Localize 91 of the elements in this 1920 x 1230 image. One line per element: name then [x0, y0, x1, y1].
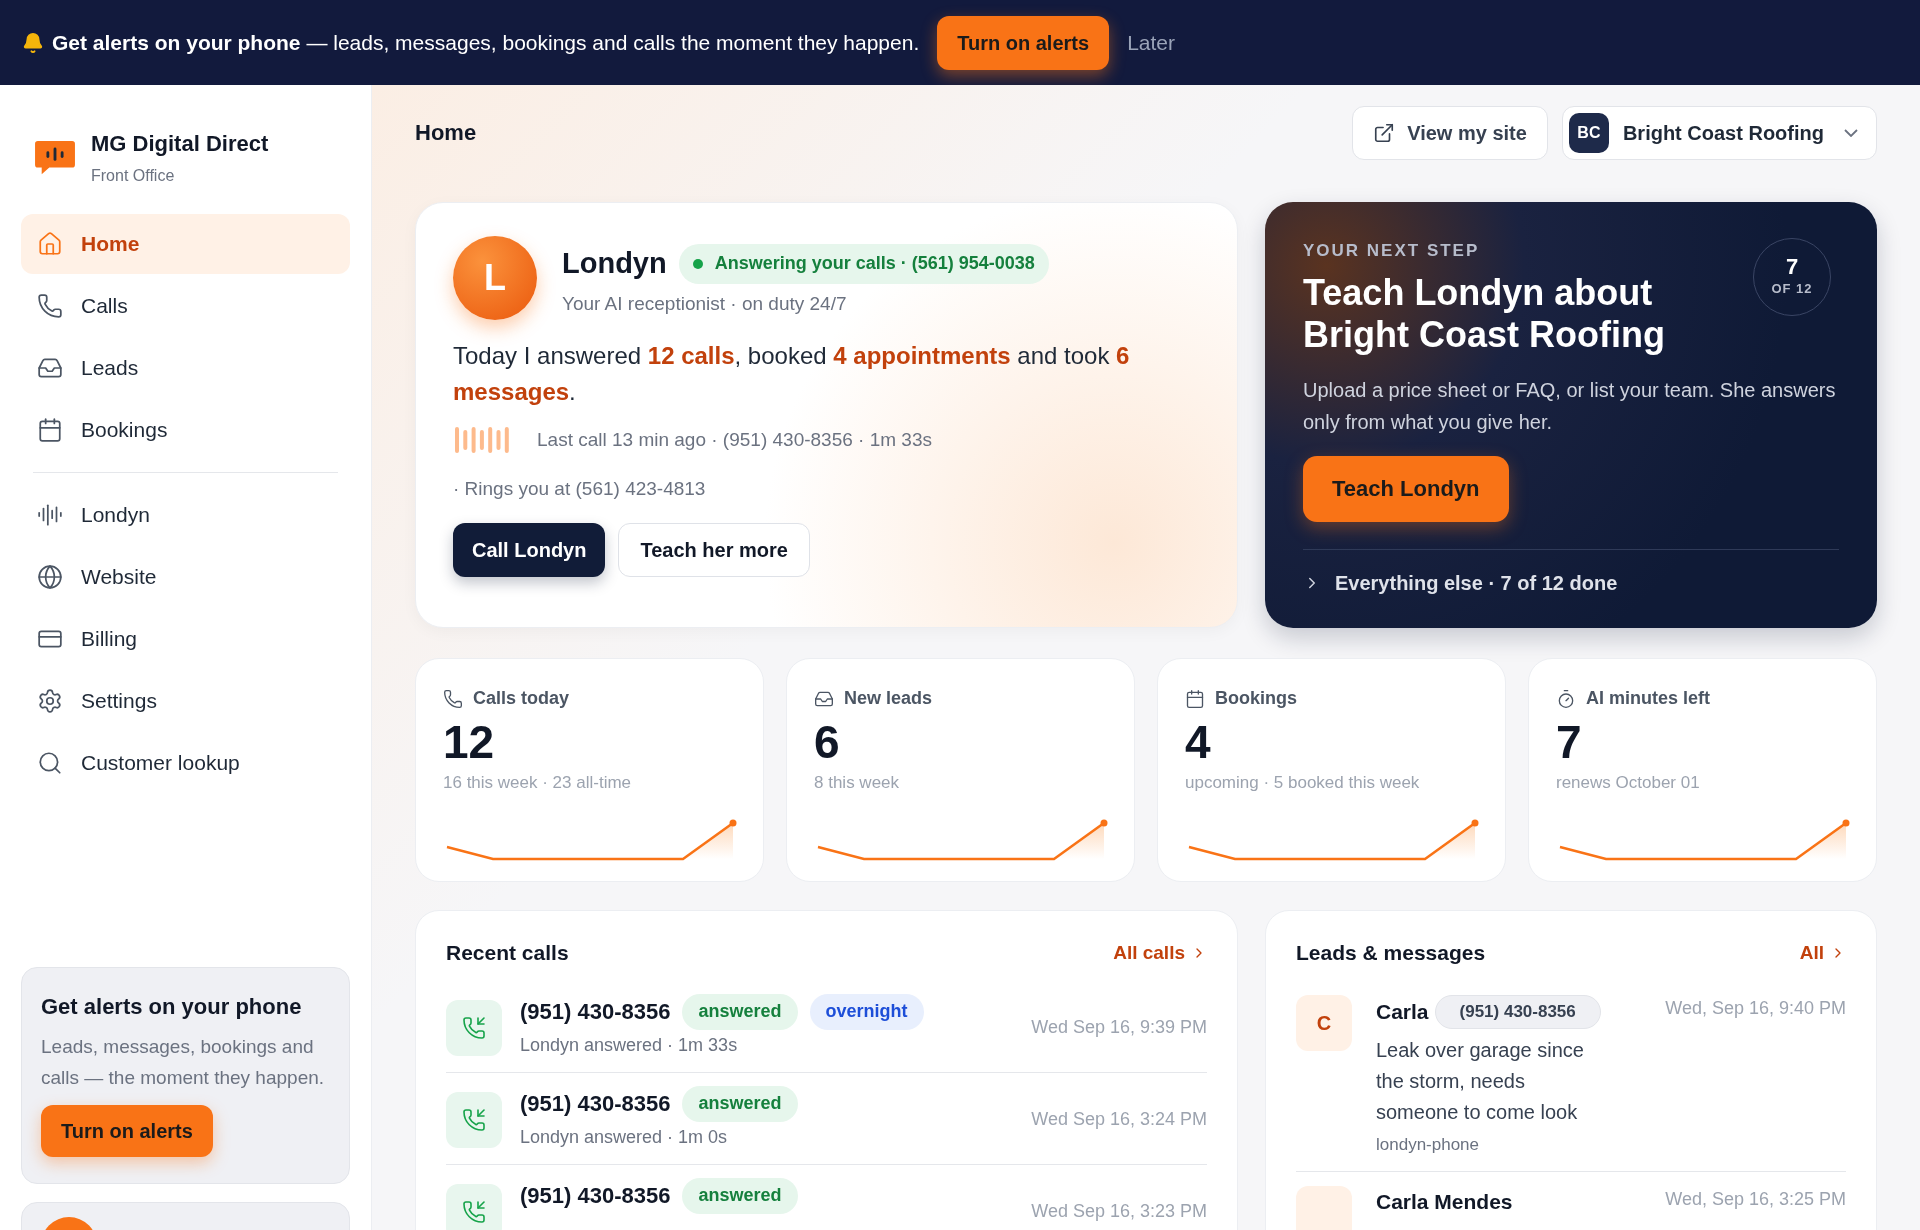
stat-detail: 16 this week · 23 all-time	[443, 772, 633, 794]
assistant-avatar: L	[453, 236, 537, 320]
search-icon	[37, 750, 63, 776]
teach-button[interactable]: Teach Londyn	[1303, 455, 1509, 522]
turn-on-alerts-button[interactable]: Turn on alerts	[41, 1105, 213, 1157]
teach-more-button[interactable]: Teach her more	[618, 523, 810, 577]
settings-icon	[37, 688, 63, 714]
lead-time: Wed, Sep 16, 3:25 PM	[1665, 1188, 1846, 1211]
next-step-title: Teach Londyn about Bright Coast Roofing	[1303, 271, 1666, 356]
stat-label: New leads	[844, 687, 933, 710]
assistant-name: Londyn	[562, 246, 667, 281]
caller-number: (951) 430-8356	[520, 1090, 671, 1118]
status-badge: answered	[682, 1177, 798, 1214]
phone-badge: (951) 430-8356	[1434, 994, 1601, 1029]
nav-item[interactable]: Website	[21, 547, 350, 607]
stat-label: Calls today	[473, 687, 570, 710]
nav-item[interactable]: Bookings	[21, 400, 350, 460]
last-call-text: Last call 13 min ago · (951) 430-8356 · 1m 33s	[537, 428, 932, 452]
nav-item[interactable]: Customer lookup	[21, 733, 350, 793]
stat-label: AI minutes left	[1586, 687, 1710, 710]
stat-value: 7	[1556, 716, 1583, 768]
phone-icon	[37, 293, 63, 319]
timer-icon	[1556, 688, 1576, 709]
inbox-icon	[37, 355, 63, 381]
nav-item[interactable]: Billing	[21, 609, 350, 669]
stat-value: 6	[814, 716, 841, 768]
lead-message: Leak over garage since the storm, needs someone to come look	[1376, 1037, 1585, 1125]
globe-icon	[37, 564, 63, 590]
account-switcher[interactable]: BC Bright Coast Roofing	[1561, 105, 1877, 160]
brand-subtitle: Front Office	[91, 166, 176, 186]
stat-value: 4	[1185, 716, 1212, 768]
call-detail: Londyn answered · 1m 33s	[520, 1033, 739, 1057]
view-site-button[interactable]: View my site	[1352, 105, 1548, 160]
stat-label: Bookings	[1215, 687, 1297, 710]
turn-on-alerts-button[interactable]: Turn on alerts	[937, 15, 1110, 70]
alerts-card-title: Get alerts on your phone	[41, 993, 303, 1021]
lead-name: Carla	[1376, 998, 1429, 1025]
lead-avatar	[1296, 1186, 1352, 1230]
nav-item[interactable]: Settings	[21, 671, 350, 731]
call-button[interactable]: Call Londyn	[453, 523, 606, 577]
chevron-down-icon	[1844, 128, 1858, 137]
everything-else-link[interactable]: Everything else · 7 of 12 done	[1335, 567, 1618, 598]
section-title: Leads & messages	[1296, 940, 1486, 966]
caller-number: (951) 430-8356	[520, 1182, 671, 1210]
waveform-icon	[37, 502, 63, 528]
external-link-icon	[1373, 121, 1396, 144]
stat-detail: upcoming · 5 booked this week	[1185, 772, 1421, 794]
rings-text: · Rings you at (561) 423-4813	[453, 476, 707, 501]
incoming-call-icon	[462, 1107, 486, 1132]
banner-text: Get alerts on your phone — leads, messages, bookings and calls the moment they happen.	[52, 29, 920, 56]
page-title: Home	[415, 119, 477, 147]
all-calls-link[interactable]: All calls	[1113, 938, 1207, 967]
lead-name: Carla Mendes	[1376, 1189, 1513, 1215]
account-initials: BC	[1568, 112, 1609, 153]
stat-value: 12	[443, 716, 496, 768]
brand-name: MG Digital Direct	[91, 130, 269, 158]
alerts-card-text: Leads, messages, bookings and calls — the moment they happen.	[41, 1035, 326, 1090]
nav-item[interactable]: Calls	[21, 276, 350, 336]
tag-badge: overnight	[809, 993, 924, 1030]
summary-text: Today I answered 12 calls, booked 4 appointments and took 6 messages.	[453, 341, 1131, 407]
call-time: Wed Sep 16, 3:23 PM	[1031, 1199, 1207, 1223]
call-time: Wed Sep 16, 3:24 PM	[1031, 1107, 1207, 1131]
home-icon	[37, 231, 63, 257]
incoming-call-icon	[462, 1199, 486, 1224]
calendar-icon	[1185, 688, 1205, 709]
next-step-text: Upload a price sheet or FAQ, or list your team. She answers only from what you give her.	[1303, 377, 1837, 435]
status-badge: answered	[682, 993, 798, 1030]
status-badge: Answering your calls · (561) 954-0038	[678, 243, 1049, 284]
assistant-subtitle: Your AI receptionist · on duty 24/7	[562, 291, 848, 316]
nav-item[interactable]: Home	[21, 214, 350, 274]
bell-icon	[22, 31, 44, 54]
lead-avatar: C	[1296, 994, 1352, 1051]
call-detail: Londyn answered · 1m 0s	[520, 1125, 729, 1149]
progress-value: 7	[1785, 255, 1799, 280]
eyebrow-label: YOUR NEXT STEP	[1303, 240, 1481, 262]
nav-item[interactable]: Londyn	[21, 485, 350, 545]
lead-source: londyn-phone	[1376, 1133, 1481, 1156]
stat-detail: 8 this week	[814, 772, 901, 794]
lead-time: Wed, Sep 16, 9:40 PM	[1665, 996, 1846, 1020]
later-button[interactable]: Later	[1127, 26, 1175, 59]
call-time: Wed Sep 16, 9:39 PM	[1031, 1015, 1207, 1039]
caller-number: (951) 430-8356	[520, 998, 671, 1026]
nav-item[interactable]: Leads	[21, 338, 350, 398]
status-badge: answered	[682, 1085, 798, 1122]
all-leads-link[interactable]: All	[1799, 938, 1846, 967]
section-title: Recent calls	[446, 940, 569, 966]
calendar-icon	[37, 417, 63, 443]
phone-icon	[443, 688, 463, 709]
progress-label: OF 12	[1771, 280, 1813, 299]
incoming-call-icon	[462, 1015, 486, 1040]
stat-detail: renews October 01	[1556, 772, 1701, 794]
